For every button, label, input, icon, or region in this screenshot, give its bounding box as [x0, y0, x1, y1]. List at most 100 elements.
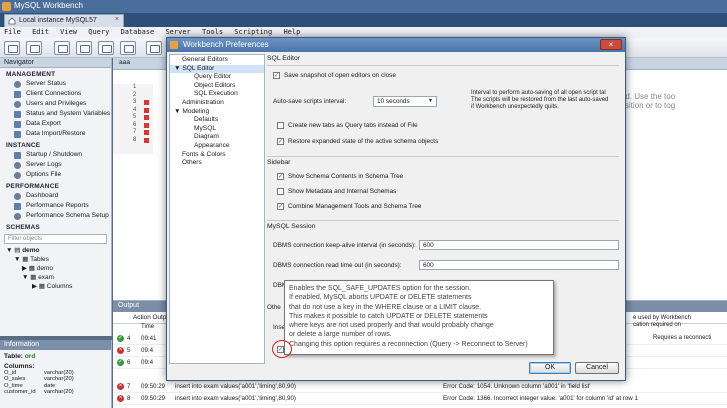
- schema-filter-input[interactable]: Filter objects: [4, 234, 107, 244]
- save-snapshot-checkbox[interactable]: ✓ Save snapshot of open editors on close: [273, 71, 396, 80]
- line-number: 7: [113, 129, 153, 137]
- logs-icon: [14, 162, 21, 169]
- table-icon[interactable]: [76, 41, 92, 55]
- autosave-label: Auto-save scripts interval:: [273, 98, 347, 105]
- nav-data-export[interactable]: Data Export: [0, 119, 111, 129]
- autosave-description: Interval to perform auto-saving of all o…: [471, 90, 609, 110]
- preferences-category-list: General Editors ▼ SQL Editor Query Edito…: [169, 54, 265, 364]
- menu-file[interactable]: File: [4, 28, 21, 36]
- menu-view[interactable]: View: [60, 28, 77, 36]
- menu-scripting[interactable]: Scripting: [234, 28, 272, 36]
- category-fonts-colors[interactable]: Fonts & Colors: [170, 151, 264, 160]
- category-object-editors[interactable]: Object Editors: [170, 82, 264, 91]
- close-tab-icon[interactable]: ×: [115, 16, 119, 23]
- category-sql-execution[interactable]: SQL Execution: [170, 90, 264, 99]
- dialog-title: Workbench Preferences: [183, 40, 269, 49]
- keepalive-input[interactable]: 600: [419, 240, 619, 250]
- read-timeout-input[interactable]: 600: [419, 260, 619, 270]
- new-tabs-checkbox[interactable]: Create new tabs as Query tabs instead of…: [277, 121, 418, 130]
- nav-options-file[interactable]: Options File: [0, 170, 111, 180]
- column-list: O_id varchar(20) O_sales varchar(20) O_tim…: [0, 370, 111, 396]
- combine-tools-checkbox[interactable]: ✓ Combine Management Tools and Schema Tre…: [277, 202, 421, 211]
- tree-schema-demo[interactable]: ▼ ▤ demo: [6, 246, 111, 255]
- menu-server[interactable]: Server: [165, 28, 190, 36]
- nav-server-logs[interactable]: Server Logs: [0, 160, 111, 170]
- menu-database[interactable]: Database: [121, 28, 155, 36]
- menu-help[interactable]: Help: [283, 28, 300, 36]
- output-row[interactable]: × 8 09:50:29 insert into exam values('a001'…: [113, 393, 727, 405]
- category-mysql[interactable]: MySQL: [170, 125, 264, 134]
- category-others[interactable]: Others: [170, 159, 264, 168]
- wrench-icon: [14, 172, 21, 179]
- nav-users-privileges[interactable]: Users and Privileges: [0, 99, 111, 109]
- output-row[interactable]: × 7 09:50:29 insert into exam values('a001'…: [113, 381, 727, 393]
- category-modeling[interactable]: ▼ Modeling: [170, 108, 264, 117]
- reports-icon: [14, 203, 21, 210]
- dashboard-icon: [14, 193, 21, 200]
- menu-query[interactable]: Query: [88, 28, 109, 36]
- window-title-bar: MySQL Workbench: [0, 0, 727, 13]
- checkbox-empty-icon: [277, 188, 284, 195]
- menu-edit[interactable]: Edit: [32, 28, 49, 36]
- nav-client-connections[interactable]: Client Connections: [0, 89, 111, 99]
- schema-icon[interactable]: [54, 41, 70, 55]
- schema-setup-icon: [14, 213, 21, 220]
- new-query-icon[interactable]: [4, 41, 20, 55]
- workbench-logo-icon: [170, 41, 178, 49]
- nav-performance-reports[interactable]: Performance Reports: [0, 201, 111, 211]
- procedure-icon[interactable]: [120, 41, 136, 55]
- checkbox-empty-icon: [277, 122, 284, 129]
- line-number: 4: [113, 107, 153, 115]
- dialog-title-bar: Workbench Preferences ×: [167, 38, 625, 52]
- group-sql-editor: SQL Editor: [267, 55, 300, 62]
- window-title: MySQL Workbench: [14, 1, 83, 10]
- tree-table-exam[interactable]: ▼ ▦ exam: [6, 273, 111, 282]
- group-divider: [267, 156, 619, 157]
- safe-updates-tooltip: Enables the SQL_SAFE_UPDATES option for …: [284, 280, 554, 355]
- nav-performance-schema[interactable]: Performance Schema Setup: [0, 211, 111, 221]
- category-diagram[interactable]: Diagram: [170, 133, 264, 142]
- category-general-editors[interactable]: General Editors: [170, 56, 264, 65]
- home-icon[interactable]: [8, 17, 16, 25]
- editor-gutter: 1 2 3 4 5 6 7 8: [113, 84, 153, 154]
- column-row: customer_id varchar(20): [4, 389, 74, 396]
- nav-dashboard[interactable]: Dashboard: [0, 191, 111, 201]
- show-metadata-checkbox[interactable]: Show Metadata and Internal Schemas: [277, 187, 396, 196]
- category-defaults[interactable]: Defaults: [170, 116, 264, 125]
- close-icon[interactable]: ×: [600, 39, 622, 50]
- error-icon: ×: [117, 383, 124, 390]
- category-administration[interactable]: Administration: [170, 99, 264, 108]
- category-appearance[interactable]: Appearance: [170, 142, 264, 151]
- connection-tab[interactable]: Local instance MySQL57 ×: [4, 14, 124, 27]
- performance-heading: PERFORMANCE: [6, 183, 60, 190]
- editor-tab[interactable]: aaa: [119, 59, 130, 66]
- show-schema-contents-checkbox[interactable]: ✓ Show Schema Contents in Schema Tree: [277, 172, 403, 181]
- highlight-circle: [272, 340, 292, 358]
- tree-table-demo[interactable]: ▶ ▦ demo: [6, 264, 111, 273]
- nav-server-status[interactable]: Server Status: [0, 79, 111, 89]
- tree-columns[interactable]: ▶ ▦ Columns: [6, 282, 111, 291]
- menu-tools[interactable]: Tools: [202, 28, 223, 36]
- tree-tables[interactable]: ▼ ▦ Tables: [6, 255, 111, 264]
- open-sql-icon[interactable]: [26, 41, 42, 55]
- error-marker-icon: [144, 115, 149, 120]
- autosave-interval-select[interactable]: 10 seconds: [373, 96, 437, 107]
- search-icon[interactable]: [146, 41, 162, 55]
- restore-expanded-checkbox[interactable]: ✓ Restore expanded state of the active sc…: [277, 137, 438, 146]
- line-number: 6: [113, 122, 153, 130]
- view-icon[interactable]: [98, 41, 114, 55]
- category-sql-editor[interactable]: ▼ SQL Editor: [170, 64, 264, 74]
- nav-data-import[interactable]: Data Import/Restore: [0, 129, 111, 139]
- nav-status-variables[interactable]: Status and System Variables: [0, 109, 111, 119]
- user-icon: [14, 101, 21, 108]
- nav-startup-shutdown[interactable]: Startup / Shutdown: [0, 150, 111, 160]
- monitor-icon: [14, 91, 21, 98]
- line-number: 2: [133, 91, 137, 98]
- ok-button[interactable]: OK: [529, 362, 571, 374]
- line-number: 1: [133, 84, 137, 90]
- cancel-button[interactable]: Cancel: [575, 362, 619, 374]
- keepalive-label: DBMS connection keep-alive interval (in …: [273, 242, 416, 249]
- checkbox-checked-icon: ✓: [277, 138, 284, 145]
- import-icon: [14, 131, 21, 138]
- category-query-editor[interactable]: Query Editor: [170, 73, 264, 82]
